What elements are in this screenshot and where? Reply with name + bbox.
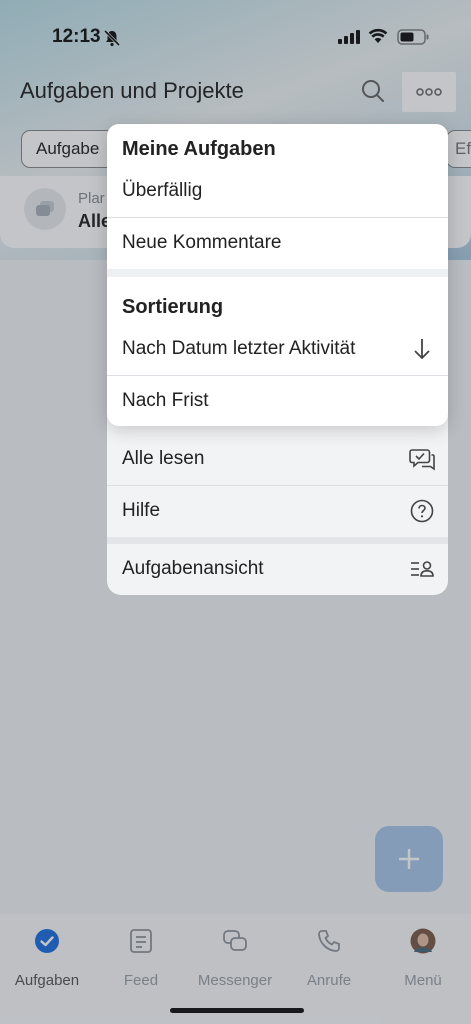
menu-item-sort-aktivitaet[interactable]: Nach Datum letzter Aktivität bbox=[107, 324, 448, 374]
menu-item-neue-kommentare[interactable]: Neue Kommentare bbox=[107, 218, 448, 268]
group-divider bbox=[107, 269, 448, 277]
menu-item-sort-frist[interactable]: Nach Frist bbox=[107, 376, 448, 426]
menu-item-alle-lesen[interactable]: Alle lesen bbox=[107, 434, 448, 484]
menu-section-title: Sortierung bbox=[122, 296, 224, 318]
help-circle-icon bbox=[410, 499, 434, 523]
menu-item-hilfe[interactable]: Hilfe bbox=[107, 486, 448, 536]
chat-check-icon bbox=[409, 449, 435, 471]
menu-section-title: Meine Aufgaben bbox=[122, 138, 276, 160]
options-menu: Meine Aufgaben Überfällig Neue Kommentar… bbox=[107, 124, 448, 426]
group-divider bbox=[107, 537, 448, 544]
arrow-down-icon bbox=[414, 339, 430, 360]
action-menu: Alle lesen Hilfe Aufgabenansicht bbox=[107, 416, 448, 595]
menu-item-aufgabenansicht[interactable]: Aufgabenansicht bbox=[107, 544, 448, 594]
menu-item-ueberfaellig[interactable]: Überfällig bbox=[107, 166, 448, 216]
list-person-icon bbox=[411, 561, 434, 577]
